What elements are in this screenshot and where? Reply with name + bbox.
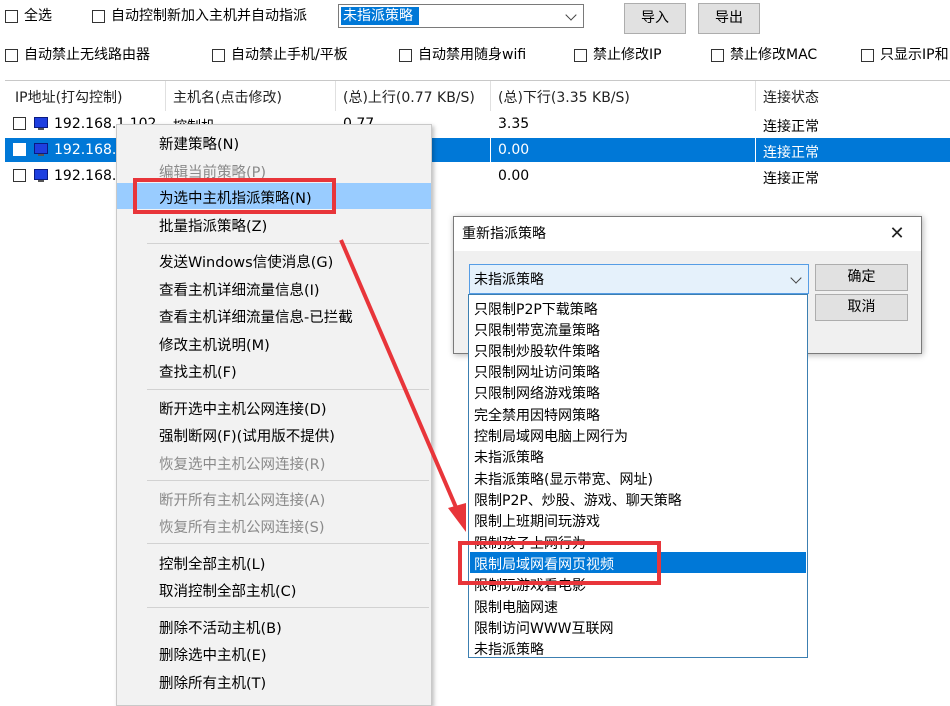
annotation-arrow [339,239,466,532]
annotation-arrow-head [448,503,466,532]
annotation-arrow-shaft [339,239,460,513]
